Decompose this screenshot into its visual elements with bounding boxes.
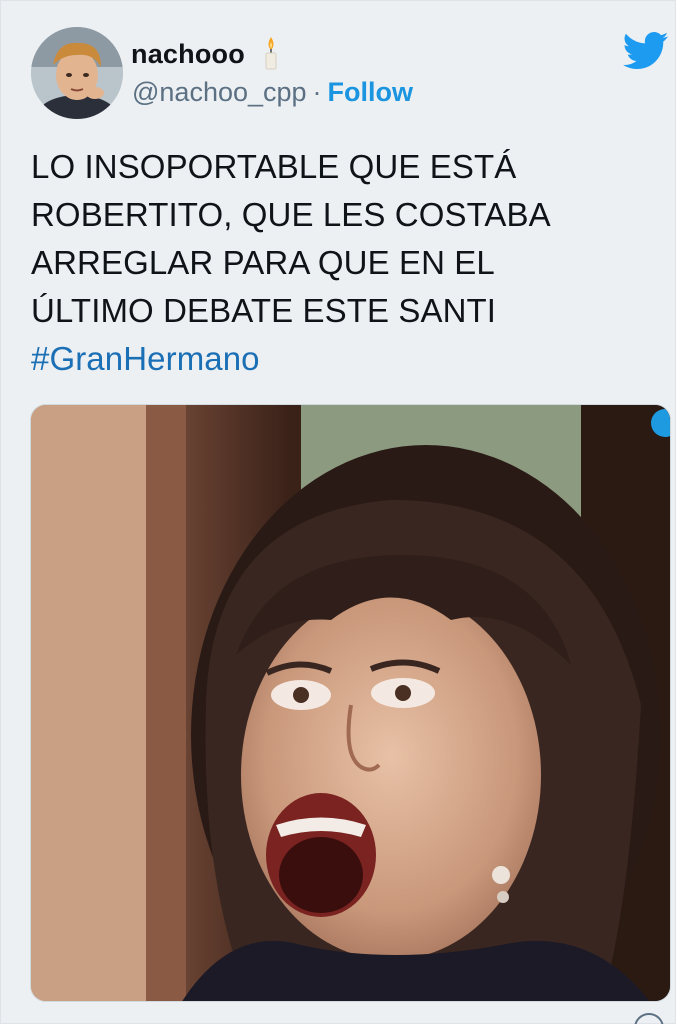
avatar[interactable]	[31, 27, 123, 119]
display-name[interactable]: nachooo	[131, 39, 245, 70]
twitter-bird-icon[interactable]	[623, 31, 669, 71]
tweet-text: LO INSOPORTABLE QUE ESTÁ ROBERTITO, QUE …	[31, 143, 651, 383]
tweet-line: ROBERTITO, QUE LES COSTABA	[31, 196, 551, 233]
tweet-line: LO INSOPORTABLE QUE ESTÁ	[31, 148, 517, 185]
tweet-line: ÚLTIMO DEBATE ESTE SANTI	[31, 292, 497, 329]
tweet-photo[interactable]	[30, 404, 671, 1002]
photo-content	[31, 405, 670, 1001]
separator-dot: ·	[312, 77, 322, 107]
avatar-image	[31, 27, 123, 119]
user-handle[interactable]: @nachoo_cpp	[132, 77, 307, 107]
more-options-icon[interactable]	[634, 1013, 664, 1024]
tweet-line: ARREGLAR PARA QUE EN EL	[31, 244, 495, 281]
handle-row: @nachoo_cpp · Follow	[132, 77, 413, 108]
hashtag-link[interactable]: #GranHermano	[31, 335, 651, 383]
tweet-card: nachooo @nachoo_cpp · Follow LO INSOPORTAB…	[0, 0, 676, 1024]
candle-icon	[265, 37, 277, 70]
follow-button[interactable]: Follow	[328, 77, 413, 107]
